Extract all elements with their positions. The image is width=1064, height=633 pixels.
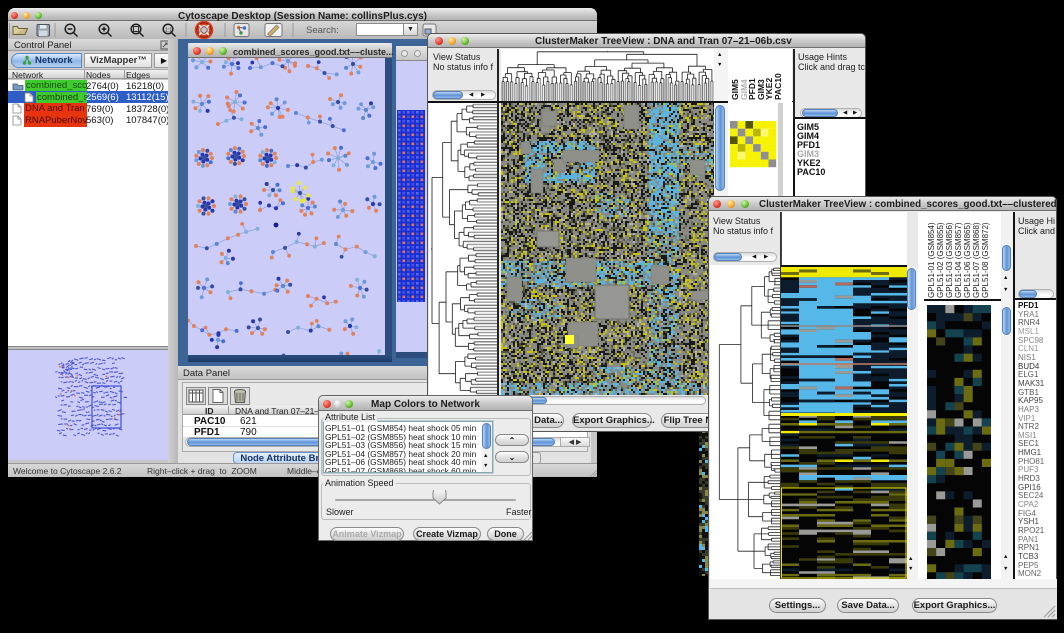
svg-text:1:1: 1:1 — [165, 28, 172, 34]
